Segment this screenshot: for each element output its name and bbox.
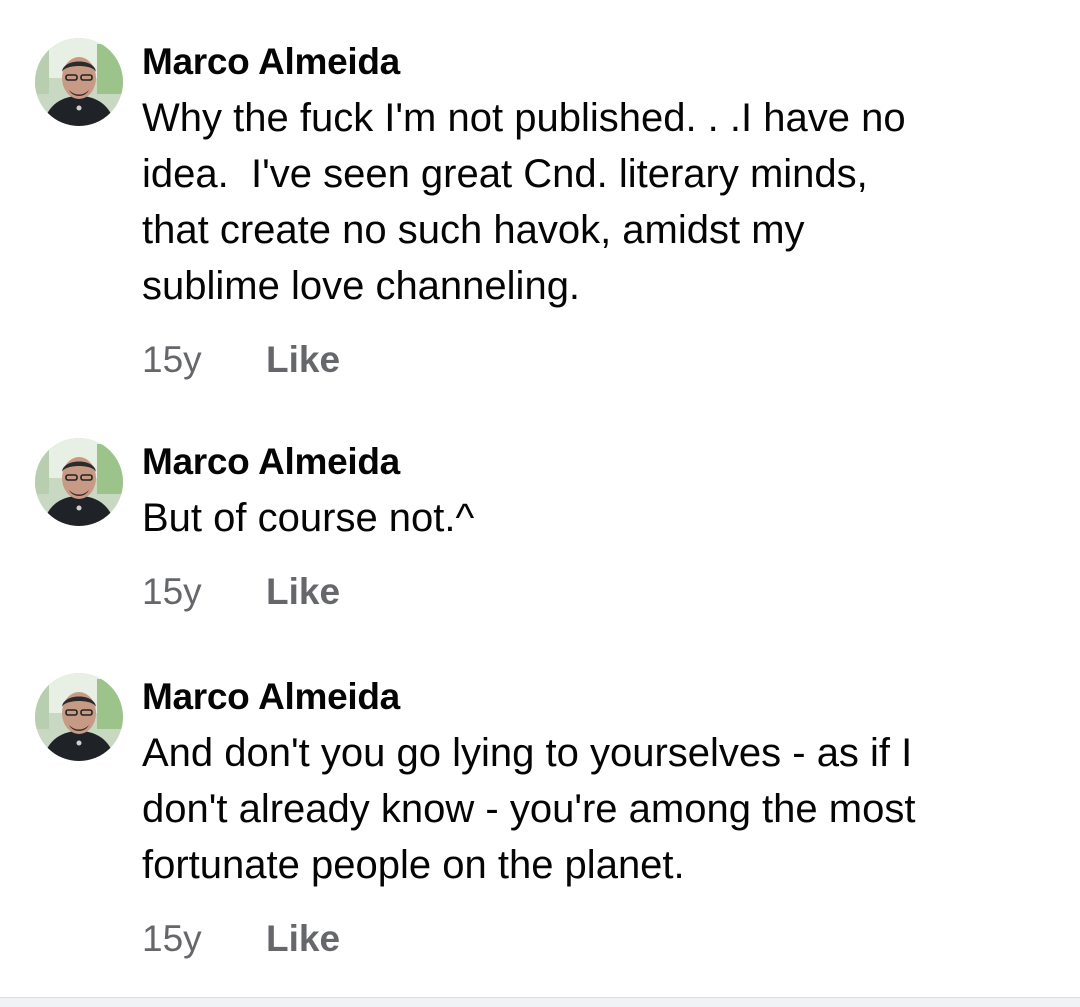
comment-author[interactable]: Marco Almeida xyxy=(142,40,1040,84)
comment-text: But of course not.^ xyxy=(142,490,1040,546)
comment-text: And don't you go lying to yourselves - a… xyxy=(142,725,1040,893)
comment-text-line: And don't you go lying to yourselves - a… xyxy=(142,731,913,775)
like-button[interactable]: Like xyxy=(266,570,340,614)
comment-text-line: fortunate people on the planet. xyxy=(142,843,685,887)
comment-text-line: don't already know - you're among the mo… xyxy=(142,787,916,831)
comment-timestamp[interactable]: 15y xyxy=(142,917,266,961)
profile-photo-icon xyxy=(35,38,123,126)
comment-text-line: idea. I've seen great Cnd. literary mind… xyxy=(142,152,868,196)
comment-text-line: Why the fuck I'm not published. . .I hav… xyxy=(142,96,906,140)
comment-timestamp[interactable]: 15y xyxy=(142,570,266,614)
profile-photo-icon xyxy=(35,673,123,761)
section-divider xyxy=(0,997,1080,1007)
comment-author[interactable]: Marco Almeida xyxy=(142,440,1040,484)
comment-text-line: that create no such havok, amidst my xyxy=(142,208,805,252)
comment-text-line: sublime love channeling. xyxy=(142,264,581,308)
comment-author[interactable]: Marco Almeida xyxy=(142,675,1040,719)
avatar[interactable] xyxy=(35,438,123,526)
profile-photo-icon xyxy=(35,438,123,526)
like-button[interactable]: Like xyxy=(266,917,340,961)
comment-timestamp[interactable]: 15y xyxy=(142,338,266,382)
like-button[interactable]: Like xyxy=(266,338,340,382)
comment-meta: 15y Like xyxy=(142,917,1040,961)
comment-meta: 15y Like xyxy=(142,338,1040,382)
avatar[interactable] xyxy=(35,38,123,126)
comment-meta: 15y Like xyxy=(142,570,1040,614)
comment-text: Why the fuck I'm not published. . .I hav… xyxy=(142,90,1040,314)
comment-text-line: But of course not.^ xyxy=(142,496,475,540)
avatar[interactable] xyxy=(35,673,123,761)
